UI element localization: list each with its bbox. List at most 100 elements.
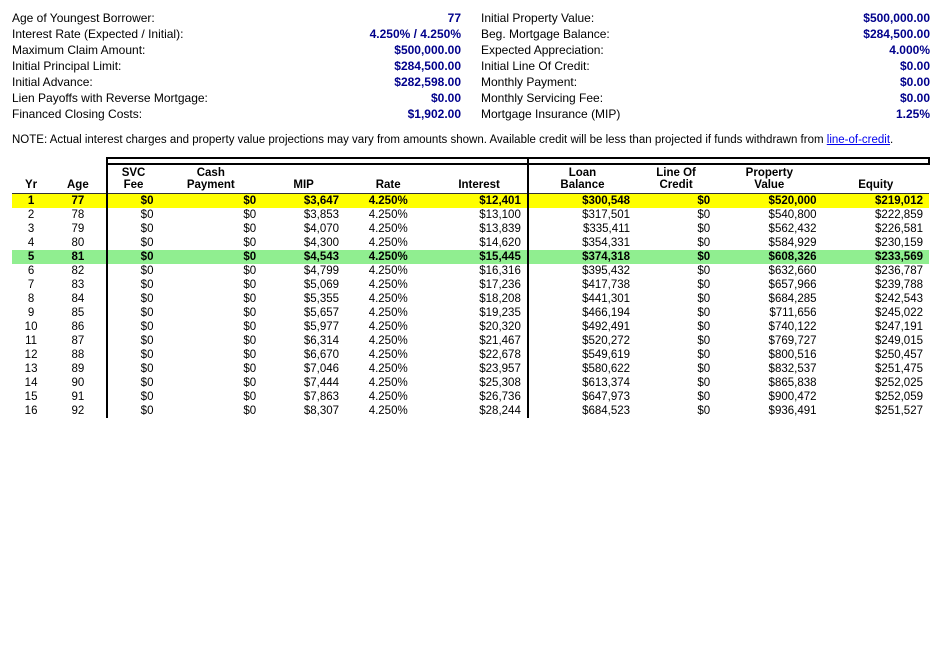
- cell: 85: [50, 306, 106, 320]
- cell: $226,581: [823, 222, 929, 236]
- info-row: Monthly Payment:$0.00: [481, 74, 930, 90]
- cell: $300,548: [528, 194, 636, 209]
- cell: $0: [107, 362, 160, 376]
- cell: $5,069: [262, 278, 345, 292]
- cell: $4,070: [262, 222, 345, 236]
- info-value: 4.250% / 4.250%: [370, 27, 461, 41]
- cell: $23,957: [431, 362, 528, 376]
- cell: $252,059: [823, 390, 929, 404]
- cell: $17,236: [431, 278, 528, 292]
- cell: 92: [50, 404, 106, 418]
- cell: $14,620: [431, 236, 528, 250]
- info-value: $0.00: [431, 91, 461, 105]
- cell: 2: [12, 208, 50, 222]
- info-row: Maximum Claim Amount:$500,000.00: [12, 42, 461, 58]
- cell: $684,523: [528, 404, 636, 418]
- table-row: 1086$0$0$5,9774.250%$20,320$492,491$0$74…: [12, 320, 929, 334]
- cell: 88: [50, 348, 106, 362]
- cell: $580,622: [528, 362, 636, 376]
- cell: $540,800: [716, 208, 822, 222]
- col-header-yr: Yr: [12, 164, 50, 194]
- cell: $249,015: [823, 334, 929, 348]
- cell: 13: [12, 362, 50, 376]
- table-row: 985$0$0$5,6574.250%$19,235$466,194$0$711…: [12, 306, 929, 320]
- cell: $0: [107, 390, 160, 404]
- info-label: Maximum Claim Amount:: [12, 43, 145, 57]
- cell: $0: [107, 208, 160, 222]
- cell: $4,300: [262, 236, 345, 250]
- col-header-loan: Loan: [528, 164, 636, 179]
- cell: $18,208: [431, 292, 528, 306]
- col-subheader-value: Value: [716, 179, 822, 194]
- cell: $0: [159, 264, 262, 278]
- cell: $3,647: [262, 194, 345, 209]
- cell: $0: [636, 334, 716, 348]
- cell: $251,527: [823, 404, 929, 418]
- cell: $239,788: [823, 278, 929, 292]
- info-label: Monthly Payment:: [481, 75, 577, 89]
- cell: 4.250%: [345, 236, 431, 250]
- cell: 78: [50, 208, 106, 222]
- cell: $613,374: [528, 376, 636, 390]
- cell: $0: [159, 236, 262, 250]
- cell: $492,491: [528, 320, 636, 334]
- cell: $0: [107, 306, 160, 320]
- cell: $25,308: [431, 376, 528, 390]
- cell: $374,318: [528, 250, 636, 264]
- cell: $0: [107, 292, 160, 306]
- info-row: Initial Line Of Credit:$0.00: [481, 58, 930, 74]
- cell: 4.250%: [345, 264, 431, 278]
- info-grid: Age of Youngest Borrower:77Interest Rate…: [12, 10, 930, 122]
- table-row: 278$0$0$3,8534.250%$13,100$317,501$0$540…: [12, 208, 929, 222]
- cell: $242,543: [823, 292, 929, 306]
- info-row: Initial Property Value:$500,000.00: [481, 10, 930, 26]
- cell: $6,314: [262, 334, 345, 348]
- table-row: 1288$0$0$6,6704.250%$22,678$549,619$0$80…: [12, 348, 929, 362]
- cell: 11: [12, 334, 50, 348]
- col-subheader-balance: Balance: [528, 179, 636, 194]
- cell: $5,977: [262, 320, 345, 334]
- info-section: Age of Youngest Borrower:77Interest Rate…: [12, 10, 930, 122]
- col-header-svc: SVC: [107, 164, 160, 179]
- cell: $219,012: [823, 194, 929, 209]
- cell: $0: [107, 194, 160, 209]
- cell: $0: [636, 292, 716, 306]
- info-row: Financed Closing Costs:$1,902.00: [12, 106, 461, 122]
- table-row: 1187$0$0$6,3144.250%$21,467$520,272$0$76…: [12, 334, 929, 348]
- cell: $16,316: [431, 264, 528, 278]
- cell: $0: [107, 236, 160, 250]
- info-label: Financed Closing Costs:: [12, 107, 142, 121]
- info-label: Expected Appreciation:: [481, 43, 604, 57]
- cell: $608,326: [716, 250, 822, 264]
- col-header-cash: Cash: [159, 164, 262, 179]
- table-row: 1389$0$0$7,0464.250%$23,957$580,622$0$83…: [12, 362, 929, 376]
- info-row: Initial Principal Limit:$284,500.00: [12, 58, 461, 74]
- cell: $0: [159, 306, 262, 320]
- cell: 4.250%: [345, 208, 431, 222]
- cell: 4.250%: [345, 390, 431, 404]
- cell: $222,859: [823, 208, 929, 222]
- table-row: 379$0$0$4,0704.250%$13,839$335,411$0$562…: [12, 222, 929, 236]
- cell: $647,973: [528, 390, 636, 404]
- col-subheader-fee: Fee: [107, 179, 160, 194]
- cell: 10: [12, 320, 50, 334]
- cell: $711,656: [716, 306, 822, 320]
- cell: $0: [107, 278, 160, 292]
- table-row: 682$0$0$4,7994.250%$16,316$395,432$0$632…: [12, 264, 929, 278]
- cell: 89: [50, 362, 106, 376]
- info-label: Monthly Servicing Fee:: [481, 91, 603, 105]
- cell: $0: [636, 348, 716, 362]
- cell: $28,244: [431, 404, 528, 418]
- cell: $6,670: [262, 348, 345, 362]
- info-label: Initial Advance:: [12, 75, 93, 89]
- cell: $0: [636, 404, 716, 418]
- cell: $0: [159, 376, 262, 390]
- cell: $236,787: [823, 264, 929, 278]
- cell: $684,285: [716, 292, 822, 306]
- cell: 4.250%: [345, 348, 431, 362]
- cell: $740,122: [716, 320, 822, 334]
- info-value: $284,500.00: [394, 59, 461, 73]
- table-row: 581$0$0$4,5434.250%$15,445$374,318$0$608…: [12, 250, 929, 264]
- col-subheader-credit: Credit: [636, 179, 716, 194]
- info-label: Age of Youngest Borrower:: [12, 11, 155, 25]
